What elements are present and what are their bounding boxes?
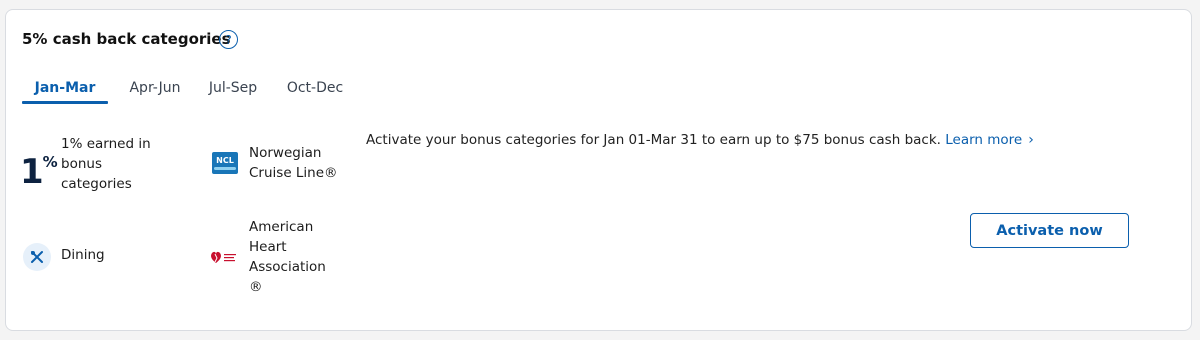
ncl-logo-text: NCL [216,156,234,165]
activate-now-button[interactable]: Activate now [970,213,1129,248]
quarter-tabs: Jan-Mar Apr-Jun Jul-Sep Oct-Dec [22,76,354,106]
promo-text: Activate your bonus categories for Jan 0… [366,132,941,148]
card-title: 5% cash back categories [22,30,231,48]
fork-knife-glyph [31,251,43,263]
fork-knife-icon [23,243,51,271]
ncl-logo-icon: NCL [212,152,238,174]
earned-label: 1% earned in bonus categories [61,136,151,192]
help-icon[interactable]: ? [219,30,238,49]
american-heart-association-logo [211,251,236,263]
tab-jul-sep[interactable]: Jul-Sep [200,76,266,104]
one-percent-number: 1 [20,152,44,192]
chevron-right-icon[interactable]: › [1028,132,1034,148]
learn-more-link[interactable]: Learn more [945,132,1022,148]
promo-message: Activate your bonus categories for Jan 0… [366,131,1034,149]
tab-apr-jun[interactable]: Apr-Jun [120,76,190,104]
tab-jan-mar[interactable]: Jan-Mar [22,76,108,104]
tab-oct-dec[interactable]: Oct-Dec [276,76,354,104]
ncl-label: Norwegian Cruise Line® [249,145,338,181]
one-percent-icon: 1% [20,144,58,190]
aha-label: American Heart Association ® [249,219,326,295]
cash-back-card [5,9,1192,331]
dining-label: Dining [61,247,105,263]
ncl-wave [214,167,236,170]
percent-sign: % [42,153,58,171]
